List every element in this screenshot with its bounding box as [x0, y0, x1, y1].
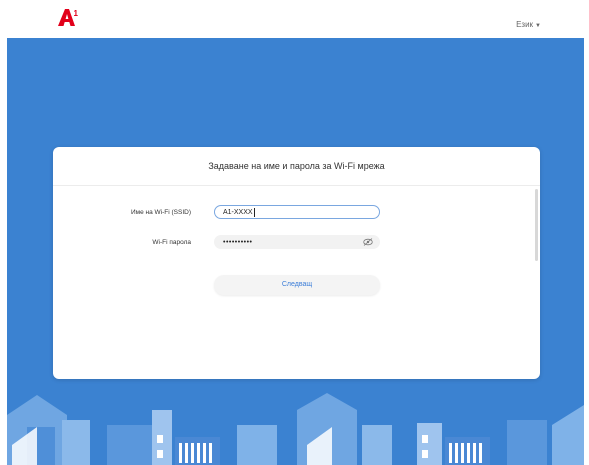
svg-text:1: 1	[74, 9, 79, 18]
dialog-title: Задаване на име и парола за Wi-Fi мрежа	[53, 147, 540, 186]
password-input[interactable]: ••••••••••	[214, 235, 380, 249]
password-value: ••••••••••	[223, 239, 253, 246]
scrollbar[interactable]	[535, 189, 538, 261]
caret-down-icon: ▼	[535, 23, 541, 29]
top-bar: 1 Език ▼	[0, 0, 589, 38]
eye-off-icon[interactable]	[363, 238, 373, 246]
ssid-label: Име на Wi-Fi (SSID)	[130, 209, 191, 216]
ssid-input[interactable]: A1-XXXX	[214, 205, 380, 219]
language-selector[interactable]: Език ▼	[516, 20, 541, 29]
language-label: Език	[516, 20, 534, 29]
ssid-value: A1-XXXX	[223, 209, 253, 216]
a1-logo: 1	[58, 9, 79, 26]
password-label: Wi-Fi парола	[152, 239, 191, 246]
city-skyline-illustration	[7, 393, 584, 465]
next-button[interactable]: Следващ	[214, 275, 380, 295]
wifi-setup-dialog: Задаване на име и парола за Wi-Fi мрежа …	[53, 147, 540, 379]
